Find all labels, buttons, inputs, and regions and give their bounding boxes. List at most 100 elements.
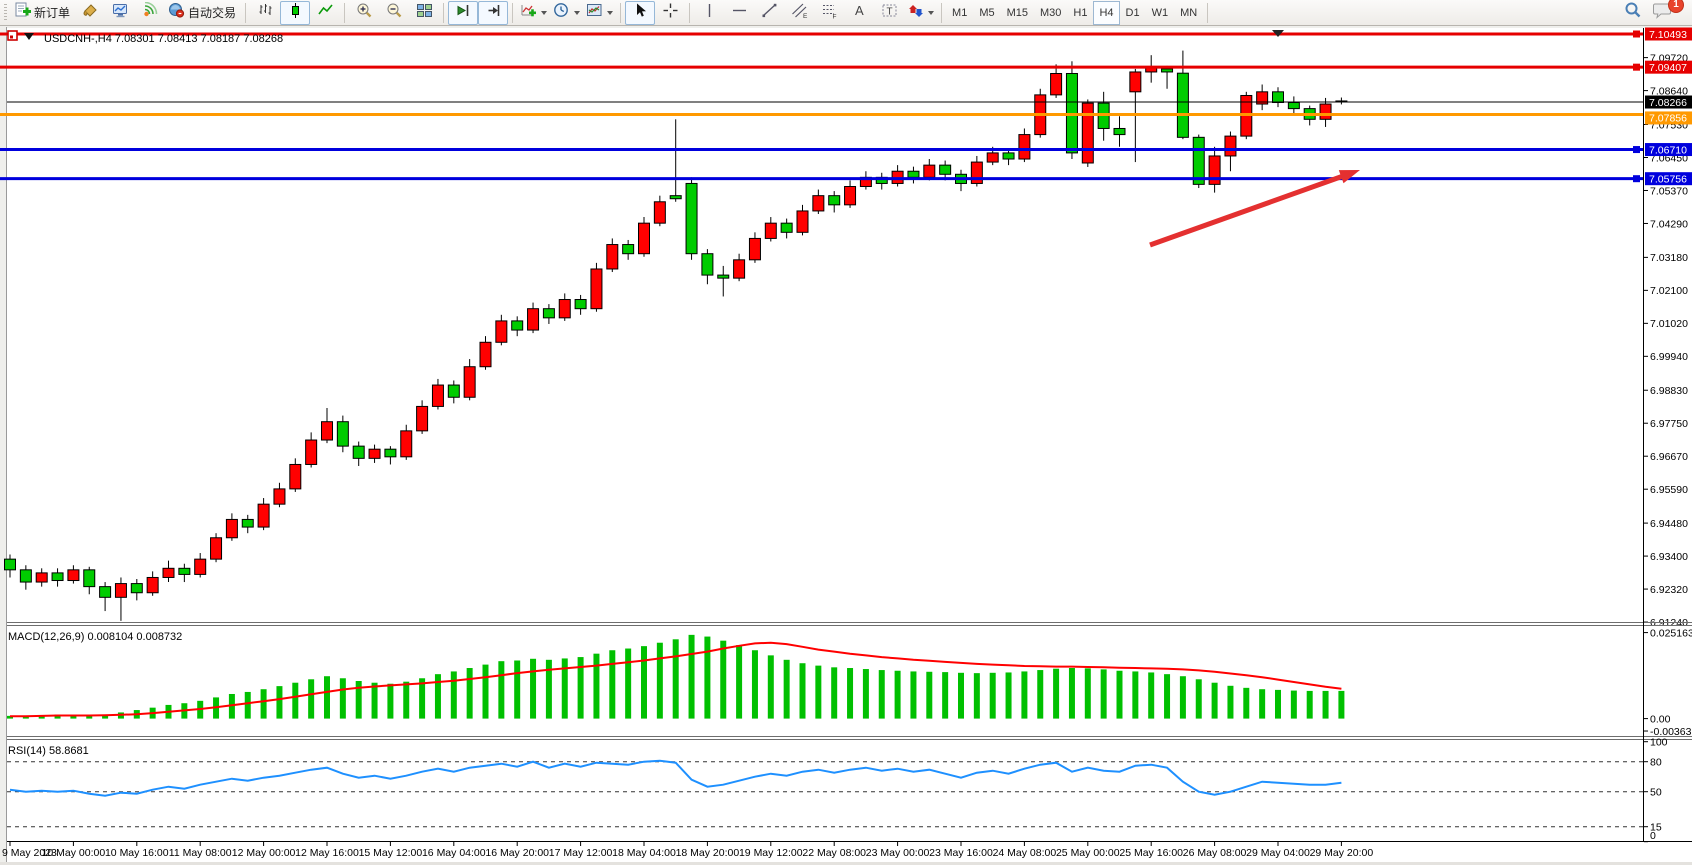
indicators-dropdown[interactable]	[541, 11, 547, 15]
price-line-badge-label: 7.05756	[1649, 173, 1687, 185]
chart-shift-button[interactable]	[478, 1, 508, 25]
toolbar-separator	[689, 3, 690, 23]
market-watch-button[interactable]	[105, 1, 135, 25]
line-chart-button[interactable]	[310, 1, 340, 25]
line-endpoint-handle[interactable]	[1633, 146, 1640, 153]
bear-candle	[131, 584, 142, 593]
timeframe-label: H4	[1099, 7, 1113, 19]
bull-candle	[68, 570, 79, 581]
zoom-out-button[interactable]	[379, 1, 409, 25]
candlestick-chart-button[interactable]	[280, 1, 310, 25]
line-endpoint-handle[interactable]	[1633, 175, 1640, 182]
trendline-button[interactable]	[754, 1, 784, 25]
svg-text:T: T	[886, 6, 892, 17]
templates-button[interactable]	[583, 1, 616, 25]
current-price-badge-label: 7.08266	[1649, 97, 1687, 109]
timeframe-w1[interactable]: W1	[1146, 1, 1175, 25]
monitor-icon	[112, 2, 129, 24]
macd-histogram-bar	[403, 682, 409, 719]
price-tick-label: 7.02100	[1650, 285, 1688, 297]
price-line-badge-label: 7.07856	[1649, 113, 1687, 125]
equidistant-channel-button[interactable]: E	[784, 1, 814, 25]
toolbar-grip[interactable]	[4, 4, 7, 22]
tile-windows-button[interactable]	[409, 1, 439, 25]
bar-chart-button[interactable]	[250, 1, 280, 25]
auto-trading-button[interactable]: 自动交易	[165, 1, 241, 25]
timeframe-m1[interactable]: M1	[946, 1, 973, 25]
timeframe-label: MN	[1180, 7, 1197, 19]
vertical-line-button[interactable]	[694, 1, 724, 25]
indicators-button[interactable]	[517, 1, 550, 25]
bear-candle	[781, 223, 792, 232]
bull-candle	[226, 519, 237, 537]
price-tick-label: 6.92320	[1650, 584, 1688, 596]
bull-candle	[765, 223, 776, 238]
auto-scroll-button[interactable]	[448, 1, 478, 25]
bear-candle	[20, 570, 31, 582]
line-endpoint-handle[interactable]	[1633, 64, 1640, 71]
bear-candle	[179, 568, 190, 574]
cursor-button[interactable]	[625, 1, 655, 25]
crosshair-button[interactable]	[655, 1, 685, 25]
bear-candle	[1003, 153, 1014, 159]
timeframe-m15[interactable]: M15	[1001, 1, 1034, 25]
bear-candle	[1288, 103, 1299, 109]
timeframe-mn[interactable]: MN	[1174, 1, 1203, 25]
bear-candle	[448, 385, 459, 397]
time-tick-label: 24 May 08:00	[993, 847, 1057, 859]
timeframe-m30[interactable]: M30	[1034, 1, 1067, 25]
bear-candle	[1177, 73, 1188, 137]
toolbar-separator	[1207, 3, 1208, 23]
new-order-icon	[14, 2, 31, 24]
macd-histogram-bar	[593, 654, 599, 719]
macd-histogram-bar	[625, 649, 631, 719]
notifications-button[interactable]: 1	[1648, 1, 1678, 25]
arrows-button[interactable]	[904, 1, 937, 25]
templates-dropdown[interactable]	[607, 11, 613, 15]
line-endpoint-handle[interactable]	[1633, 31, 1640, 38]
indicators-icon	[520, 2, 537, 24]
toolbar-separator	[620, 3, 621, 23]
macd-histogram-bar	[1069, 668, 1075, 719]
timeframe-m5[interactable]: M5	[973, 1, 1000, 25]
macd-histogram-bar	[1243, 688, 1249, 719]
timeframe-h4[interactable]: H4	[1093, 1, 1119, 25]
symbol-ohlc-label: USDCNH-,H4 7.08301 7.08413 7.08187 7.082…	[44, 33, 283, 45]
text-button[interactable]: A	[844, 1, 874, 25]
price-chart[interactable]: 7.097207.086407.075307.064507.053707.042…	[0, 0, 1692, 865]
periods-dropdown[interactable]	[574, 11, 580, 15]
timeframe-label: D1	[1126, 7, 1140, 19]
fibonacci-button[interactable]: F	[814, 1, 844, 25]
new-order-button[interactable]: 新订单	[11, 1, 75, 25]
notification-badge[interactable]: 1	[1668, 0, 1684, 13]
search-button[interactable]	[1618, 1, 1648, 25]
toolbar-separator	[245, 3, 246, 23]
timeframe-d1[interactable]: D1	[1120, 1, 1146, 25]
toolbar-separator	[443, 3, 444, 23]
macd-histogram-bar	[815, 666, 821, 719]
chart-shift-icon	[485, 2, 502, 24]
toolbar-separator	[344, 3, 345, 23]
styles-button[interactable]	[75, 1, 105, 25]
bull-candle	[559, 300, 570, 318]
text-label-button[interactable]: T	[874, 1, 904, 25]
zoom-in-button[interactable]	[349, 1, 379, 25]
time-tick-label: 18 May 20:00	[676, 847, 740, 859]
rsi-tick-label: 0	[1650, 830, 1656, 842]
crosshair-icon	[662, 2, 679, 24]
macd-histogram-bar	[720, 641, 726, 719]
periods-button[interactable]	[550, 1, 583, 25]
macd-histogram-bar	[768, 655, 774, 718]
horizontal-line-button[interactable]	[724, 1, 754, 25]
bear-candle	[84, 570, 95, 587]
macd-histogram-bar	[847, 668, 853, 719]
macd-histogram-bar	[1227, 686, 1233, 719]
time-tick-label: 19 May 12:00	[739, 847, 803, 859]
bull-candle	[1130, 72, 1141, 92]
arrows-dropdown[interactable]	[928, 11, 934, 15]
signals-button[interactable]	[135, 1, 165, 25]
timeframe-h1[interactable]: H1	[1067, 1, 1093, 25]
text-icon: A	[852, 2, 867, 24]
time-tick-label: 12 May 16:00	[295, 847, 359, 859]
toolbar: 新订单 自动交易	[0, 0, 1692, 26]
